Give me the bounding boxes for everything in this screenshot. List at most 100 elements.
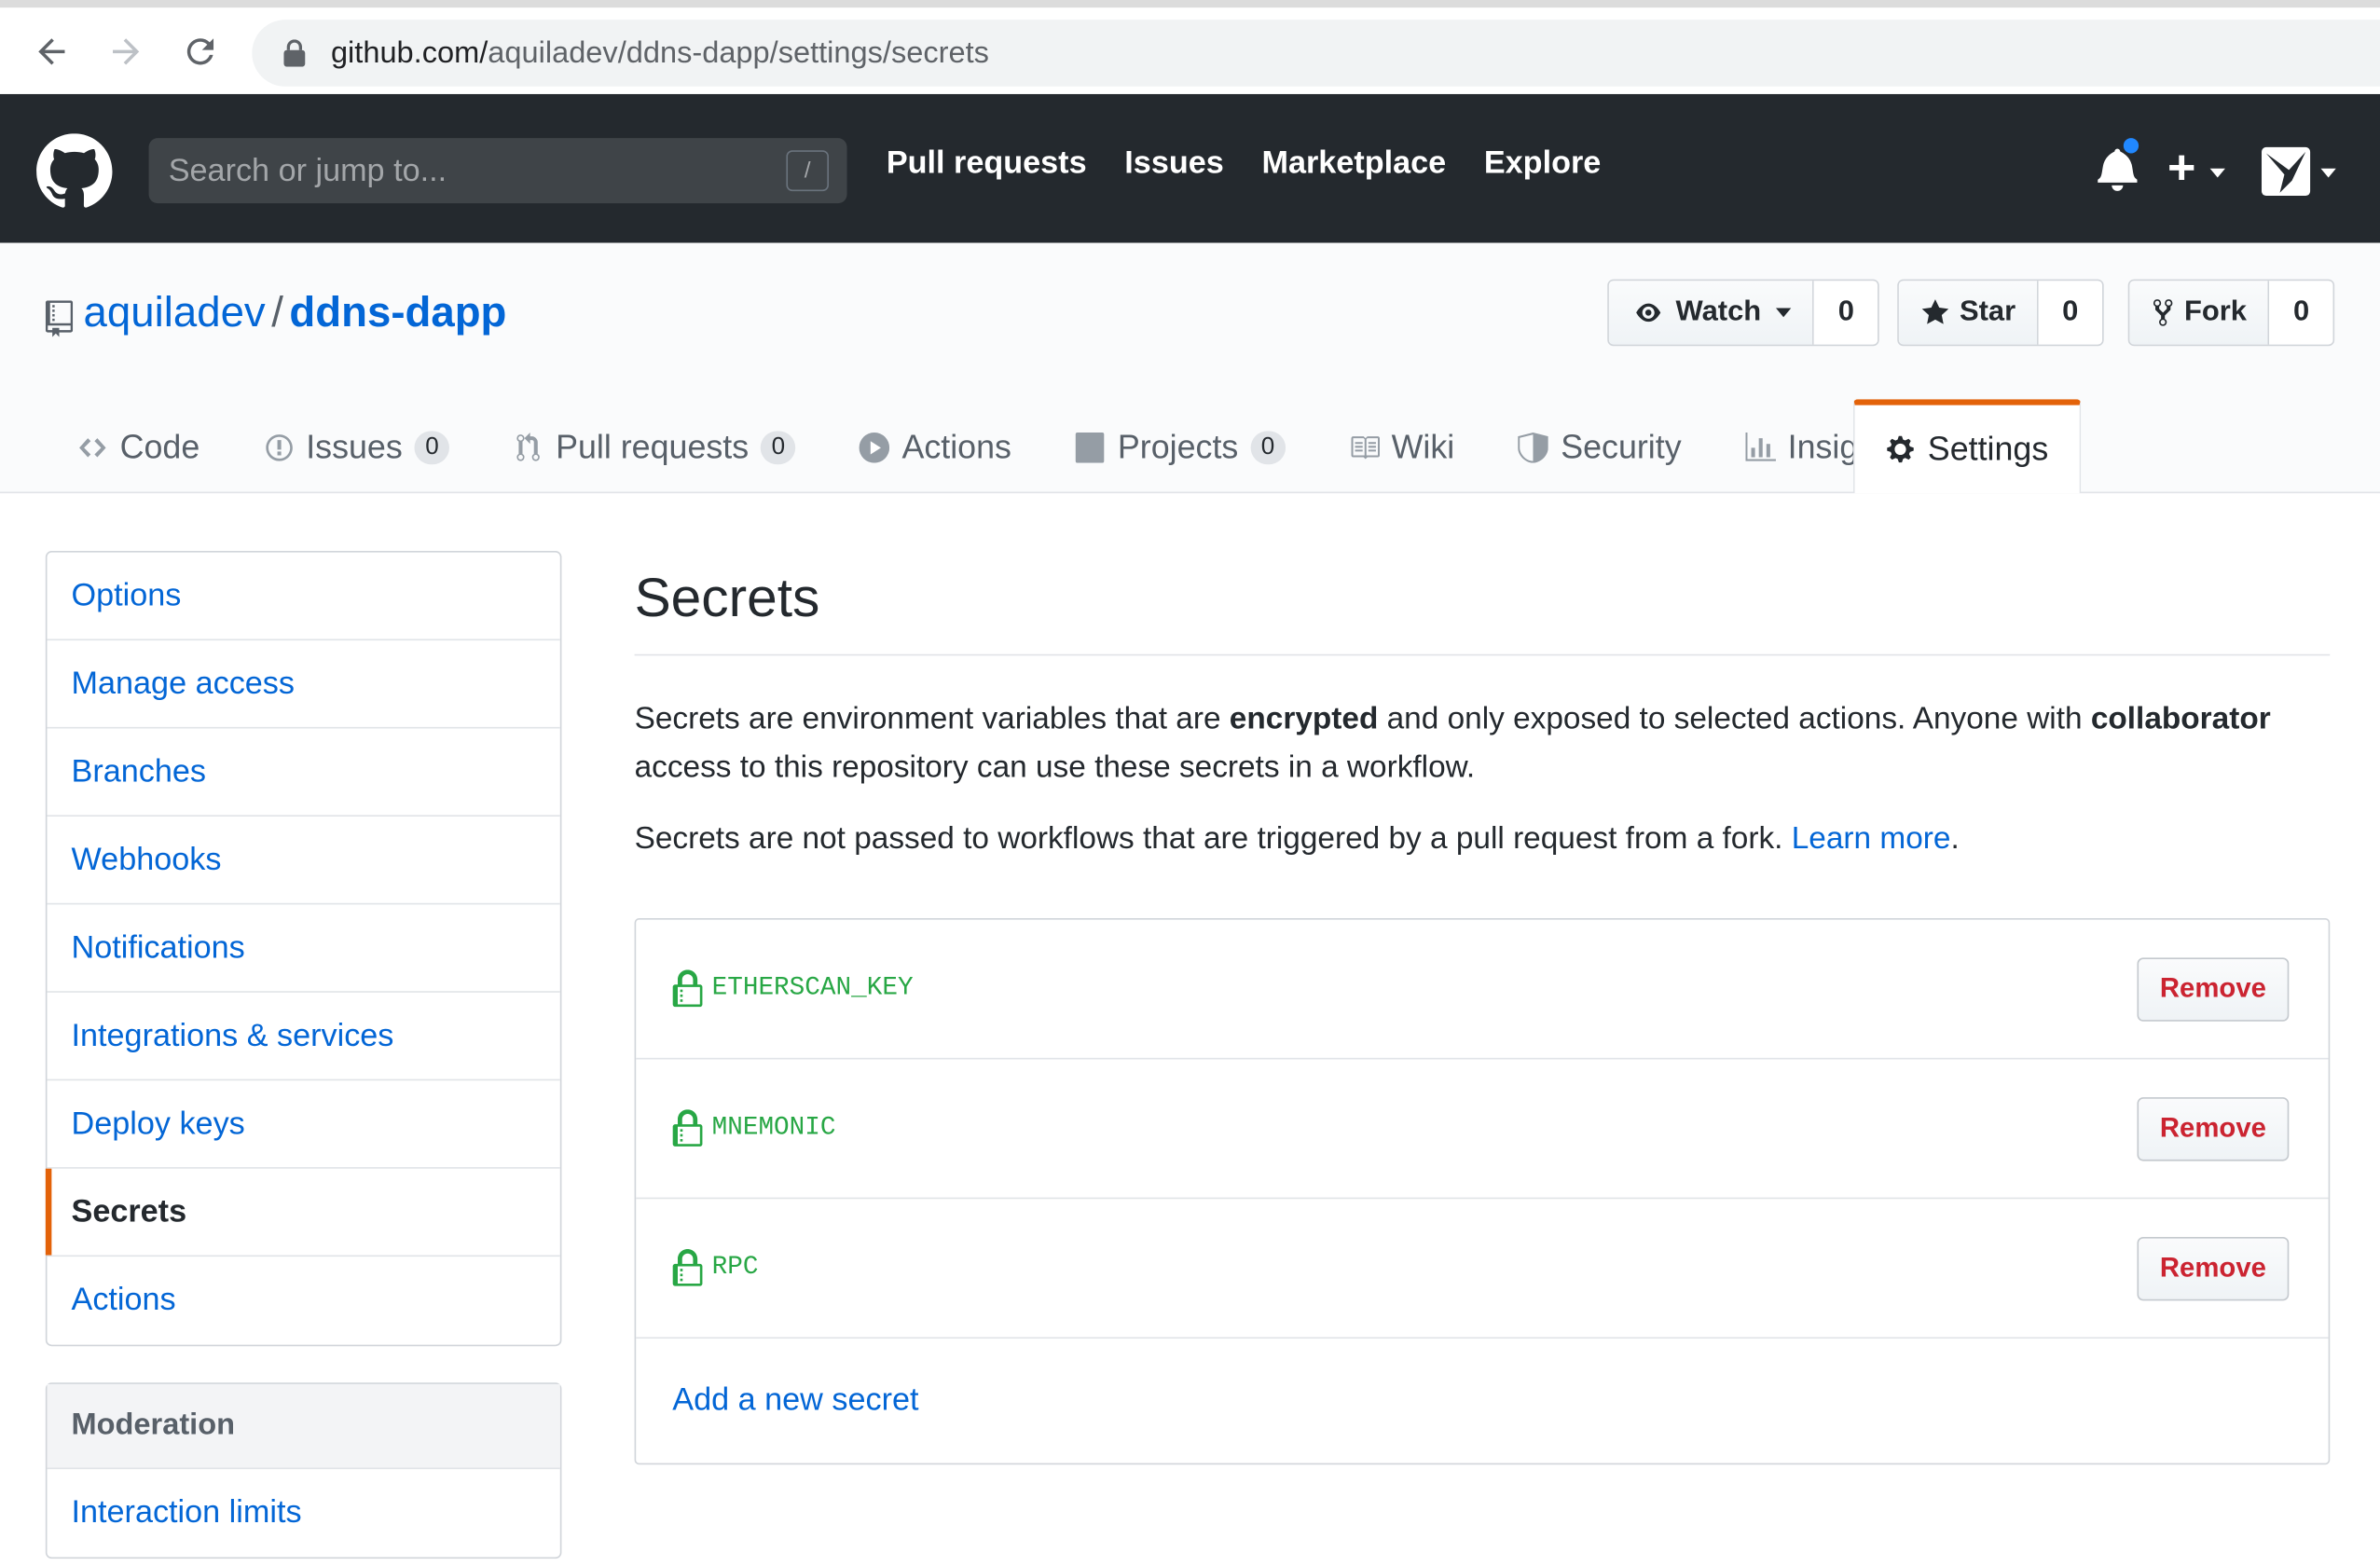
nav-explore[interactable]: Explore — [1484, 145, 1601, 182]
back-arrow-icon[interactable] — [27, 27, 76, 76]
issues-counter: 0 — [414, 430, 450, 464]
secret-row: RPC Remove — [636, 1199, 2329, 1339]
notification-indicator — [2120, 134, 2142, 157]
secrets-description: Secrets are environment variables that a… — [634, 701, 2271, 785]
sidebar-item-branches[interactable]: Branches — [47, 729, 560, 817]
create-caret-icon — [2209, 168, 2225, 178]
avatar-caret-icon — [2320, 168, 2336, 178]
sidebar-item-manage-access[interactable]: Manage access — [47, 640, 560, 729]
watch-caret-icon — [1776, 308, 1792, 318]
slash-shortcut-key: / — [786, 150, 829, 192]
secret-name-text: RPC — [711, 1253, 759, 1283]
browser-toolbar: github.com/aquiladev/ddns-dapp/settings/… — [0, 0, 2380, 94]
sidebar-item-webhooks[interactable]: Webhooks — [47, 817, 560, 905]
star-button[interactable]: Star — [1898, 281, 2039, 345]
repo-owner-link[interactable]: aquiladev — [84, 288, 266, 335]
tab-code[interactable]: Code — [46, 399, 232, 493]
fork-button[interactable]: Fork — [2129, 281, 2270, 345]
nav-marketplace[interactable]: Marketplace — [1261, 145, 1446, 182]
url-text: github.com/aquiladev/ddns-dapp/settings/… — [330, 35, 989, 70]
github-header: / Pull requests Issues Marketplace Explo… — [0, 93, 2380, 243]
tab-label: Projects — [1117, 427, 1239, 466]
tab-issues[interactable]: Issues 0 — [231, 399, 481, 493]
nav-issues[interactable]: Issues — [1124, 145, 1223, 182]
settings-menu: Options Manage access Branches Webhooks … — [45, 551, 562, 1347]
issue-icon — [265, 433, 293, 460]
add-secret-link[interactable]: Add a new secret — [672, 1382, 918, 1419]
learn-more-link[interactable]: Learn more — [1792, 821, 1951, 856]
secret-name: MNEMONIC — [672, 1108, 836, 1147]
projects-counter: 0 — [1250, 430, 1286, 464]
code-icon — [79, 437, 106, 457]
watch-button-group: Watch 0 — [1607, 279, 1880, 347]
sidebar-item-deploy-keys[interactable]: Deploy keys — [47, 1080, 560, 1169]
remove-button[interactable]: Remove — [2137, 1236, 2290, 1300]
tab-label: Issues — [306, 427, 403, 466]
sidebar-item-integrations[interactable]: Integrations & services — [47, 993, 560, 1081]
tab-label: Security — [1561, 427, 1682, 466]
sidebar-item-notifications[interactable]: Notifications — [47, 904, 560, 993]
fork-icon — [2153, 299, 2173, 326]
settings-sidebar: Options Manage access Branches Webhooks … — [45, 551, 562, 1566]
star-label: Star — [1959, 295, 2016, 328]
tab-label: Actions — [901, 427, 1011, 466]
pull-request-icon — [516, 432, 540, 460]
play-icon — [859, 432, 890, 462]
tab-wiki[interactable]: Wiki — [1317, 399, 1487, 493]
tab-label: Code — [119, 427, 200, 466]
secret-row: MNEMONIC Remove — [636, 1059, 2329, 1200]
tab-label: Wiki — [1391, 427, 1455, 466]
search-box[interactable]: / — [148, 138, 847, 204]
fork-note: Secrets are not passed to workflows that… — [634, 820, 1960, 857]
gear-icon — [1887, 435, 1914, 463]
reload-icon[interactable] — [176, 27, 225, 76]
watch-label: Watch — [1675, 295, 1762, 328]
create-new-button[interactable]: + — [2167, 143, 2195, 191]
tab-security[interactable]: Security — [1486, 399, 1713, 493]
remove-button[interactable]: Remove — [2137, 956, 2290, 1021]
lock-icon — [672, 1108, 703, 1147]
watch-count[interactable]: 0 — [1814, 281, 1878, 345]
star-button-group: Star 0 — [1897, 279, 2104, 347]
shield-icon — [1518, 432, 1549, 462]
pull-requests-counter: 0 — [761, 430, 796, 464]
secret-name: RPC — [672, 1248, 758, 1287]
secrets-main: Secrets Secrets are environment variable… — [634, 551, 2331, 1465]
repo-tabs: Code Issues 0 Pull requests 0 Actions Pr… — [46, 399, 2081, 494]
add-secret-row: Add a new secret — [636, 1339, 2328, 1463]
repo-name-link[interactable]: ddns-dapp — [289, 288, 506, 335]
remove-button[interactable]: Remove — [2137, 1096, 2290, 1161]
address-bar[interactable]: github.com/aquiladev/ddns-dapp/settings/… — [252, 20, 2380, 87]
sidebar-item-secrets[interactable]: Secrets — [45, 1168, 560, 1257]
repo-icon — [45, 300, 74, 337]
top-nav: Pull requests Issues Marketplace Explore — [887, 145, 1601, 182]
moderation-heading: Moderation — [47, 1383, 560, 1470]
fork-label: Fork — [2183, 295, 2248, 328]
github-logo-icon[interactable] — [36, 133, 113, 209]
repo-title: aquiladev / ddns-dapp — [84, 288, 507, 337]
graph-icon — [1745, 432, 1776, 460]
tab-label: Settings — [1927, 429, 2049, 468]
sidebar-item-options[interactable]: Options — [47, 553, 560, 641]
sidebar-item-interaction-limits[interactable]: Interaction limits — [47, 1469, 559, 1557]
tab-pull-requests[interactable]: Pull requests 0 — [481, 399, 827, 493]
avatar[interactable] — [2262, 146, 2311, 197]
secret-name-text: ETHERSCAN_KEY — [711, 974, 914, 1004]
tab-settings[interactable]: Settings — [1853, 399, 2081, 494]
star-count[interactable]: 0 — [2038, 281, 2102, 345]
watch-button[interactable]: Watch — [1608, 281, 1815, 345]
tab-actions[interactable]: Actions — [828, 399, 1043, 493]
lock-icon — [672, 1248, 703, 1285]
tab-label: Pull requests — [556, 427, 750, 466]
moderation-menu: Moderation Interaction limits — [45, 1382, 562, 1559]
eye-icon — [1636, 303, 1661, 323]
page: github.com/aquiladev/ddns-dapp/settings/… — [0, 0, 2380, 1566]
forward-arrow-icon[interactable] — [102, 27, 150, 76]
fork-button-group: Fork 0 — [2127, 279, 2335, 347]
fork-count[interactable]: 0 — [2269, 281, 2333, 345]
nav-pull-requests[interactable]: Pull requests — [887, 145, 1087, 182]
secret-row: ETHERSCAN_KEY Remove — [636, 920, 2329, 1060]
tab-projects[interactable]: Projects 0 — [1043, 399, 1317, 493]
sidebar-item-actions[interactable]: Actions — [47, 1257, 559, 1344]
search-input[interactable] — [168, 152, 777, 189]
